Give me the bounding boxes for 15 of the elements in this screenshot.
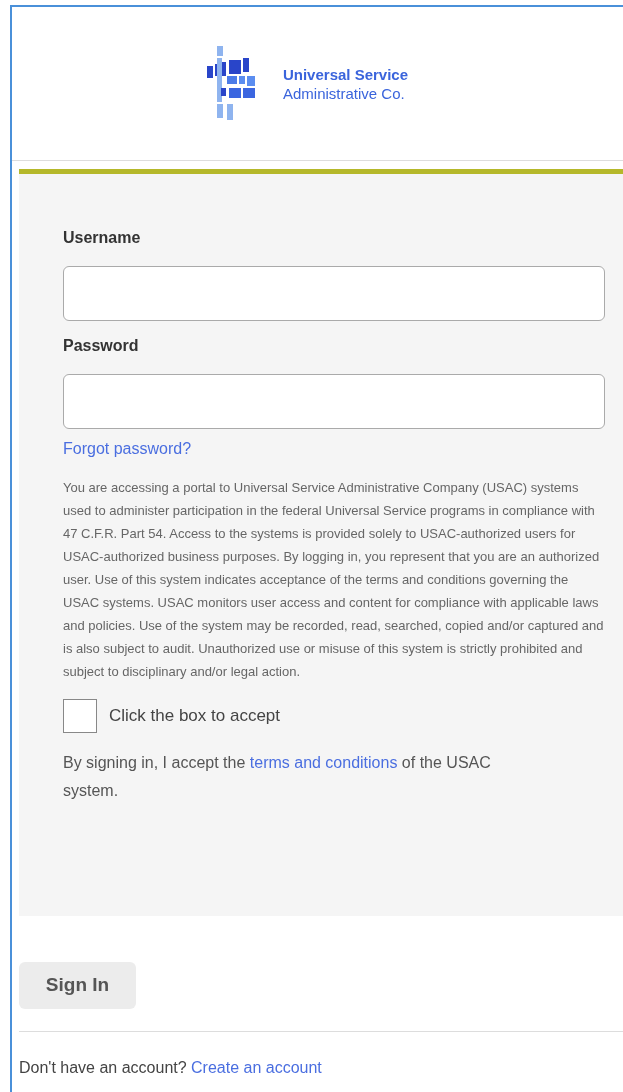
logo-text: Universal Service [282, 64, 409, 84]
terms-link[interactable]: terms and conditions [249, 754, 398, 771]
logo-text: Administrative Co. [282, 83, 406, 103]
footer-text: Don't have an account? Create an account [19, 1058, 323, 1078]
sign-in-button[interactable]: Sign In [19, 962, 136, 1009]
field-label: Password [63, 336, 139, 356]
forgot-password-link[interactable]: Forgot password? [63, 437, 192, 461]
terms-text: By signing in, I accept the terms and conditions of the USAC system. [63, 753, 492, 801]
accept-checkbox[interactable] [63, 699, 97, 733]
field-label: Username [63, 228, 141, 248]
input-field[interactable] [63, 374, 605, 429]
create-account-link[interactable]: Create an account [191, 1059, 322, 1076]
notice-text: You are accessing a portal to Universal Service Administrative Company (USAC) systems used to administer participation in the federal Universal Service programs in compliance with 47 C.F.R. Part 54. Access to the systems is provided solely to USAC-authorized users for USAC-authorized business purposes. By logging in, you represent that you are an authorized user. Use of this system indicates acceptance of the terms and conditions governing the USAC systems. USAC monitors user access and content for compliance with applicable laws and policies. Use of the system may be recorded, read, searched, copied and/or captured and is also subject to audit. Unauthorized use or misuse of this system is strictly prohibited and subject to disciplinary and/or legal action. [63, 479, 605, 681]
checkbox-label: Click the box to accept [109, 705, 281, 728]
input-field[interactable] [63, 266, 605, 321]
